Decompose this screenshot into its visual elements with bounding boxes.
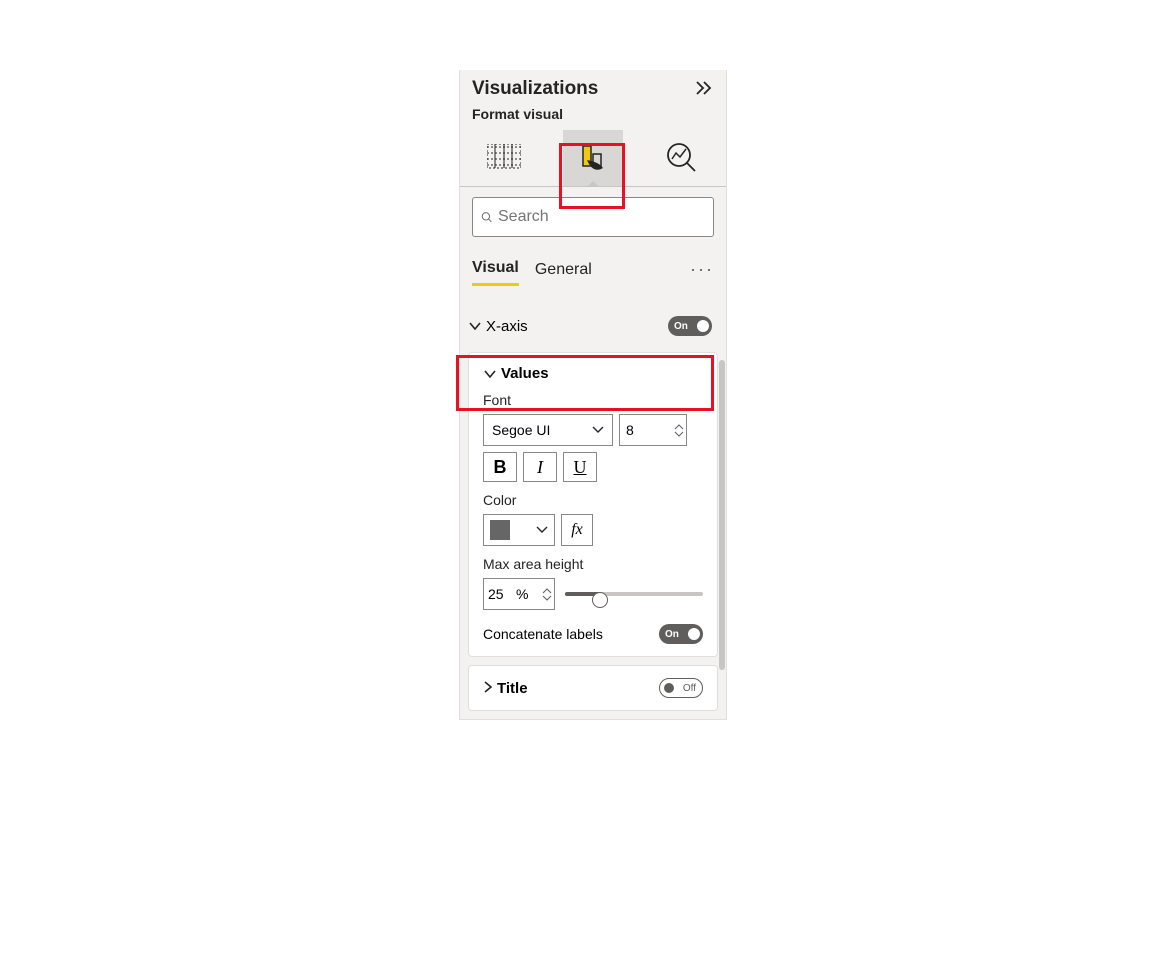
title-label: Title [497, 680, 528, 697]
panel-header: Visualizations [460, 70, 726, 100]
spinner-up-icon[interactable] [674, 424, 684, 430]
max-area-value[interactable] [488, 586, 514, 602]
slider-thumb[interactable] [592, 592, 608, 608]
xaxis-toggle-label: On [674, 321, 688, 332]
spinner-up-icon[interactable] [542, 588, 552, 594]
tab-more-button[interactable]: ··· [690, 259, 714, 280]
panel-subtitle: Format visual [460, 100, 726, 126]
chevron-down-icon [592, 426, 604, 434]
values-label: Values [501, 365, 549, 382]
visualizations-panel: Visualizations Format visual [459, 70, 727, 720]
scrollbar[interactable] [719, 360, 725, 670]
xaxis-section-header[interactable]: X-axis On [460, 300, 726, 352]
mode-tabs [460, 126, 726, 187]
italic-button[interactable]: I [523, 452, 557, 482]
panel-title: Visualizations [472, 78, 598, 100]
max-area-input[interactable]: % [483, 578, 555, 610]
tab-visual[interactable]: Visual [472, 253, 519, 286]
xaxis-toggle[interactable]: On [668, 316, 712, 336]
fx-button[interactable]: fx [561, 514, 593, 546]
title-card: Title Off [468, 665, 718, 711]
chevron-right-icon [483, 680, 493, 697]
spinner-down-icon[interactable] [542, 595, 552, 601]
slider-track [565, 592, 703, 596]
values-header[interactable]: Values [483, 365, 703, 382]
search-wrap [460, 187, 726, 247]
toggle-knob [664, 683, 674, 693]
build-visual-tab[interactable] [474, 130, 534, 186]
font-size-value[interactable] [620, 422, 660, 438]
toggle-knob [688, 628, 700, 640]
title-toggle-label: Off [683, 683, 696, 694]
toggle-knob [697, 320, 709, 332]
tab-general[interactable]: General [535, 255, 592, 285]
color-label: Color [483, 492, 703, 508]
format-tabs: Visual General ··· [460, 247, 726, 286]
concatenate-label: Concatenate labels [483, 626, 603, 642]
chevron-down-icon [536, 526, 548, 534]
analytics-tab[interactable] [652, 130, 712, 186]
chevron-down-icon [483, 366, 497, 382]
concatenate-toggle[interactable]: On [659, 624, 703, 644]
font-label: Font [483, 392, 703, 408]
search-input[interactable] [498, 208, 705, 226]
max-area-label: Max area height [483, 556, 703, 572]
font-size-input[interactable] [619, 414, 687, 446]
search-box[interactable] [472, 197, 714, 237]
font-family-value: Segoe UI [492, 422, 550, 438]
collapse-panel-button[interactable] [696, 79, 714, 100]
color-swatch [490, 520, 510, 540]
values-card: Values Font Segoe UI B I U Color [468, 352, 718, 657]
percent-sign: % [516, 586, 528, 602]
bold-button[interactable]: B [483, 452, 517, 482]
title-header[interactable]: Title [483, 680, 528, 697]
color-picker[interactable] [483, 514, 555, 546]
concatenate-toggle-label: On [665, 629, 679, 640]
format-visual-tab[interactable] [563, 130, 623, 186]
underline-button[interactable]: U [563, 452, 597, 482]
search-icon [481, 208, 492, 226]
chevron-down-icon [468, 318, 482, 334]
spinner-down-icon[interactable] [674, 431, 684, 437]
font-family-select[interactable]: Segoe UI [483, 414, 613, 446]
xaxis-label: X-axis [486, 318, 528, 335]
title-toggle[interactable]: Off [659, 678, 703, 698]
max-area-slider[interactable] [565, 584, 703, 604]
